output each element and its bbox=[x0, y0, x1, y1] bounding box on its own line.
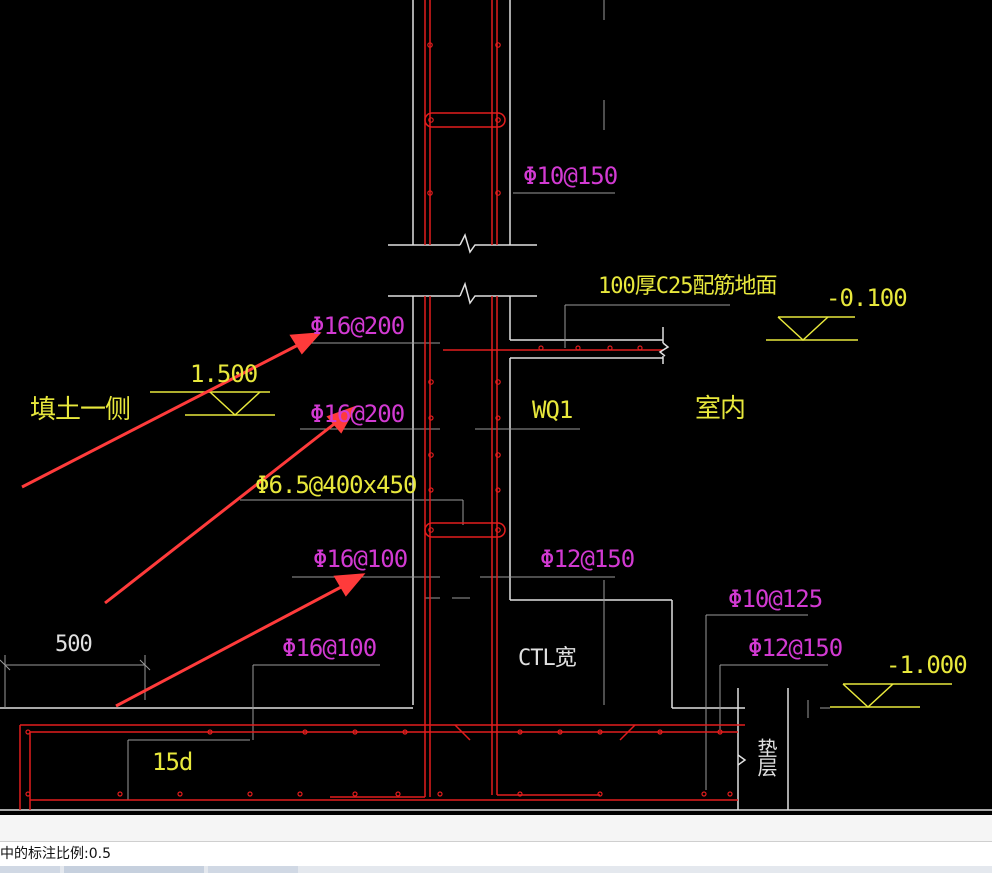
layout-tab-3[interactable] bbox=[208, 866, 298, 873]
cad-drawing bbox=[0, 0, 992, 811]
rebar-label-phi10-150: Φ10@150 bbox=[523, 162, 618, 190]
command-line[interactable]: 中的标注比例:0.5 bbox=[0, 842, 992, 866]
rebar-label-phi16-200-b: Φ16@200 bbox=[310, 400, 405, 428]
elevation-minus-1000: -1.000 bbox=[886, 651, 968, 679]
cad-drawing-canvas[interactable]: Φ10@150 100厚C25配筋地面 -0.100 Φ16@200 1.500… bbox=[0, 0, 992, 815]
layout-tab-2[interactable] bbox=[64, 866, 204, 873]
slab-note: 100厚C25配筋地面 bbox=[598, 274, 777, 299]
indoor-label: 室内 bbox=[695, 394, 746, 424]
anchor-length-15d: 15d bbox=[152, 748, 193, 776]
ctl-width-label: CTL宽 bbox=[518, 646, 577, 671]
layout-tab-1[interactable] bbox=[0, 866, 60, 873]
rebar-label-phi12-150-b: Φ12@150 bbox=[748, 634, 843, 662]
rebar-label-phi6-5: Φ6.5@400x450 bbox=[255, 471, 417, 499]
elevation-1500: 1.500 bbox=[190, 360, 258, 388]
rebar-label-phi16-200-a: Φ16@200 bbox=[310, 312, 405, 340]
elevation-minus-0100: -0.100 bbox=[826, 284, 908, 312]
status-bar: 中的标注比例:0.5 bbox=[0, 815, 992, 873]
rebar-label-phi10-125: Φ10@125 bbox=[728, 585, 823, 613]
status-bar-top-strip bbox=[0, 815, 992, 842]
rebar-label-phi16-100-b: Φ16@100 bbox=[282, 634, 377, 662]
tab-strip bbox=[0, 866, 992, 873]
rebar-label-phi16-100-a: Φ16@100 bbox=[313, 545, 408, 573]
rebar-label-phi12-150-a: Φ12@150 bbox=[540, 545, 635, 573]
side-note-vertical: 垫层 bbox=[754, 738, 778, 776]
dimension-500: 500 bbox=[55, 632, 93, 657]
wall-id-label: WQ1 bbox=[532, 396, 573, 424]
fill-side-label: 填土一侧 bbox=[30, 395, 131, 425]
